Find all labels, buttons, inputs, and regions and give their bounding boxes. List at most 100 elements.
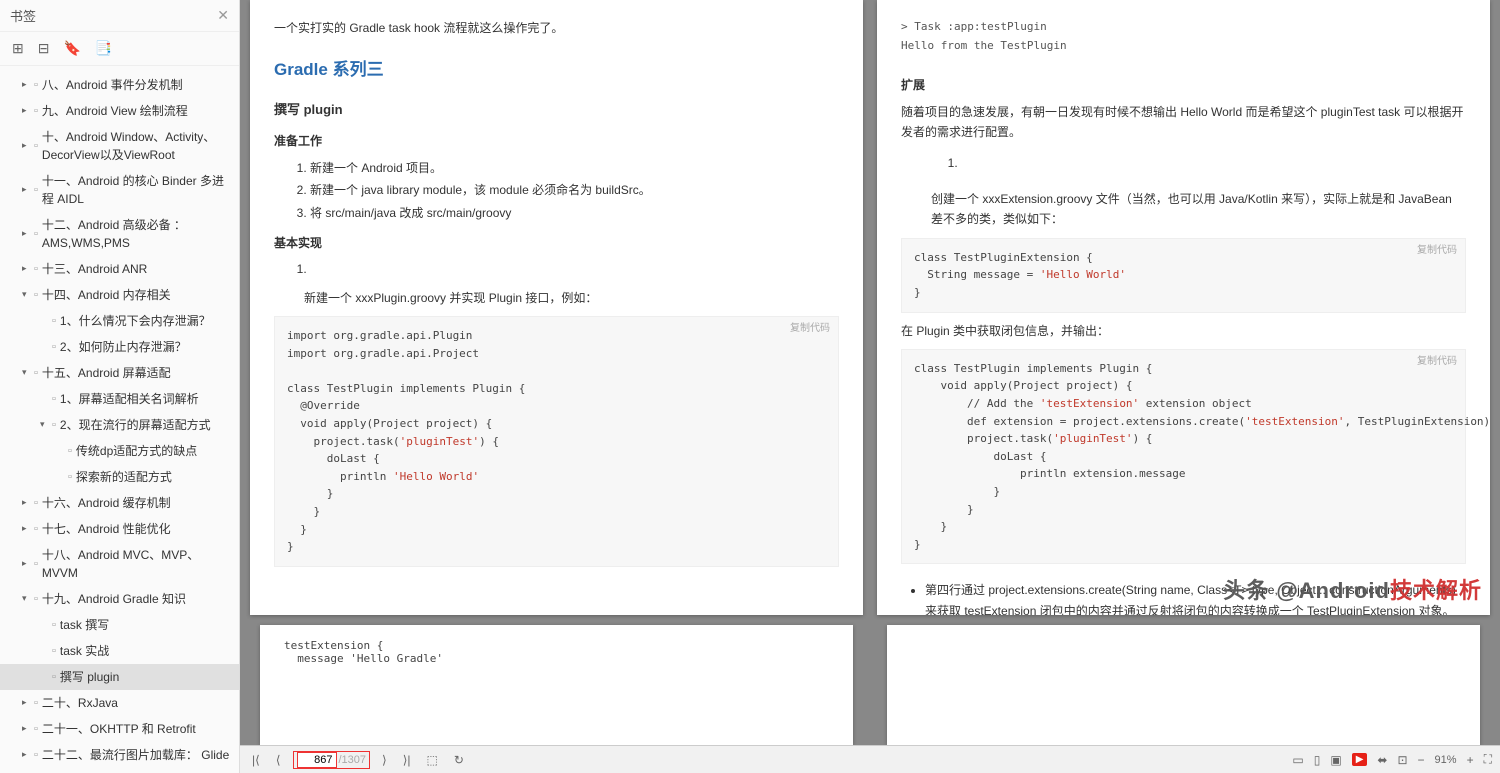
bookmark-label: task 撰写 bbox=[60, 616, 233, 634]
page-icon: ▫ bbox=[52, 339, 56, 356]
page-icon: ▫ bbox=[34, 261, 38, 278]
tree-arrow-icon: ▸ bbox=[22, 139, 32, 153]
refresh-icon[interactable]: ↻ bbox=[450, 753, 468, 767]
note-item: 第四行通过 project.extensions.create(String n… bbox=[925, 580, 1466, 615]
expand-all-icon[interactable]: ⊞ bbox=[12, 40, 24, 57]
collapse-all-icon[interactable]: ⊟ bbox=[38, 40, 50, 57]
fit-page-icon[interactable]: ⊡ bbox=[1397, 753, 1407, 767]
bookmark-label: 十四、Android 内存相关 bbox=[42, 286, 233, 304]
page-number-input[interactable] bbox=[297, 752, 337, 768]
bookmark-item[interactable]: ▸▫十七、Android 性能优化 bbox=[0, 516, 239, 542]
page-icon: ▫ bbox=[52, 643, 56, 660]
section-heading: Gradle 系列三 bbox=[274, 56, 839, 85]
subsection-heading: 撰写 plugin bbox=[274, 99, 839, 121]
last-page-icon[interactable]: ⟩| bbox=[399, 753, 415, 767]
next-page-icon[interactable]: ⟩ bbox=[378, 753, 391, 767]
bookmark-item[interactable]: ▫2、如何防止内存泄漏？ bbox=[0, 334, 239, 360]
bookmark-item[interactable]: ▸▫二十、RxJava bbox=[0, 690, 239, 716]
prev-page-icon[interactable]: ⟨ bbox=[272, 753, 285, 767]
tree-arrow-icon: ▸ bbox=[22, 557, 32, 571]
video-icon[interactable]: ▶ bbox=[1352, 753, 1368, 766]
bookmark-item[interactable]: ▸▫十一、Android 的核心 Binder 多进程 AIDL bbox=[0, 168, 239, 212]
next-page-left: testExtension { message 'Hello Gradle' bbox=[260, 625, 853, 745]
bookmark-icon[interactable]: 🔖 bbox=[63, 40, 80, 57]
bookmark-label: task 实战 bbox=[60, 642, 233, 660]
bookmark-label: 十九、Android Gradle 知识 bbox=[42, 590, 233, 608]
document-viewer: 一个实打实的 Gradle task hook 流程就这么操作完了。 Gradl… bbox=[240, 0, 1500, 773]
layout-scroll-icon[interactable]: ▯ bbox=[1314, 753, 1321, 767]
bookmark-label: 1、什么情况下会内存泄漏？ bbox=[60, 312, 233, 330]
bookmark-item[interactable]: ▾▫十五、Android 屏幕适配 bbox=[0, 360, 239, 386]
bookmark-label: 撰写 plugin bbox=[60, 668, 233, 686]
fullscreen-icon[interactable]: ⛶ bbox=[1484, 752, 1492, 767]
first-page-icon[interactable]: |⟨ bbox=[248, 753, 264, 767]
bookmark-item[interactable]: ▸▫十、Android Window、Activity、DecorView以及V… bbox=[0, 124, 239, 168]
bookmark-item[interactable]: ▫1、什么情况下会内存泄漏？ bbox=[0, 308, 239, 334]
bookmark-item[interactable]: ▸▫十八、Android MVC、MVP、MVVM bbox=[0, 542, 239, 586]
bookmark-item[interactable]: ▸▫十三、Android ANR bbox=[0, 256, 239, 282]
bookmark-tree: ▸▫八、Android 事件分发机制▸▫九、Android View 绘制流程▸… bbox=[0, 66, 239, 773]
bookmark-item[interactable]: ▫探索新的适配方式 bbox=[0, 464, 239, 490]
code-content: class TestPlugin implements Plugin { voi… bbox=[914, 362, 1490, 551]
copy-button[interactable]: 复制代码 bbox=[1417, 243, 1457, 259]
bookmark-item[interactable]: ▾▫十四、Android 内存相关 bbox=[0, 282, 239, 308]
export-icon[interactable]: ⬚ bbox=[423, 753, 442, 767]
bookmark-label: 2、如何防止内存泄漏？ bbox=[60, 338, 233, 356]
tree-arrow-icon: ▸ bbox=[22, 522, 32, 536]
close-icon[interactable]: ✕ bbox=[217, 7, 229, 24]
bookmark-item[interactable]: ▸▫十二、Android 高级必备 ：AMS,WMS,PMS bbox=[0, 212, 239, 256]
tree-arrow-icon: ▸ bbox=[22, 227, 32, 241]
bookmark-item[interactable]: ▸▫八、Android 事件分发机制 bbox=[0, 72, 239, 98]
bookmark-item[interactable]: ▾▫十九、Android Gradle 知识 bbox=[0, 586, 239, 612]
page-icon: ▫ bbox=[34, 556, 38, 573]
bookmark-item[interactable]: ▫传统dp适配方式的缺点 bbox=[0, 438, 239, 464]
page-icon: ▫ bbox=[34, 287, 38, 304]
bookmark-item[interactable]: ▾▫2、现在流行的屏幕适配方式 bbox=[0, 412, 239, 438]
layout-single-icon[interactable]: ▭ bbox=[1292, 753, 1303, 767]
ribbon-icon[interactable]: 📑 bbox=[95, 40, 112, 57]
bookmark-item[interactable]: ▸▫二十二、最流行图片加载库： Glide bbox=[0, 742, 239, 768]
page-icon: ▫ bbox=[34, 721, 38, 738]
copy-button[interactable]: 复制代码 bbox=[790, 321, 830, 337]
next-page-right bbox=[887, 625, 1480, 745]
zoom-level: 91% bbox=[1435, 754, 1457, 766]
page-icon: ▫ bbox=[34, 495, 38, 512]
ext-para1: 随着项目的急速发展，有朝一日发现有时候不想输出 Hello World 而是希望… bbox=[901, 102, 1466, 143]
bookmark-label: 探索新的适配方式 bbox=[76, 468, 233, 486]
bookmark-item[interactable]: ▸▫二十一、OKHTTP 和 Retrofit bbox=[0, 716, 239, 742]
bookmark-label: 十一、Android 的核心 Binder 多进程 AIDL bbox=[42, 172, 233, 208]
bookmark-label: 二十、RxJava bbox=[42, 694, 233, 712]
tree-arrow-icon: ▸ bbox=[22, 262, 32, 276]
tree-arrow-icon: ▾ bbox=[22, 366, 32, 380]
code-block-extension: 复制代码class TestPluginExtension { String m… bbox=[901, 238, 1466, 313]
bookmark-item[interactable]: ▫1、屏幕适配相关名词解析 bbox=[0, 386, 239, 412]
copy-button[interactable]: 复制代码 bbox=[1417, 354, 1457, 370]
fit-width-icon[interactable]: ⬌ bbox=[1377, 753, 1387, 767]
tree-arrow-icon: ▸ bbox=[22, 183, 32, 197]
bookmark-label: 十二、Android 高级必备 ：AMS,WMS,PMS bbox=[42, 216, 233, 252]
page-icon: ▫ bbox=[68, 469, 72, 486]
page-left: 一个实打实的 Gradle task hook 流程就这么操作完了。 Gradl… bbox=[250, 0, 863, 615]
ext-step-text: 创建一个 xxxExtension.groovy 文件（当然，也可以用 Java… bbox=[931, 189, 1466, 230]
tree-arrow-icon: ▾ bbox=[40, 418, 50, 432]
bookmark-item[interactable]: ▫task 实战 bbox=[0, 638, 239, 664]
zoom-out-icon[interactable]: − bbox=[1418, 753, 1425, 767]
page-total: /1307 bbox=[339, 754, 367, 766]
layout-book-icon[interactable]: ▣ bbox=[1330, 753, 1341, 767]
bookmark-label: 十六、Android 缓存机制 bbox=[42, 494, 233, 512]
bookmark-item[interactable]: ▫task 撰写 bbox=[0, 612, 239, 638]
bookmark-item[interactable]: ▸▫二十三、Android 组件化与插件化 bbox=[0, 768, 239, 773]
page-icon: ▫ bbox=[34, 747, 38, 764]
zoom-in-icon[interactable]: + bbox=[1467, 753, 1474, 767]
tree-arrow-icon: ▸ bbox=[22, 104, 32, 118]
prep-item: 将 src/main/java 改成 src/main/groovy bbox=[310, 203, 839, 223]
page-icon: ▫ bbox=[52, 391, 56, 408]
sidebar-title: 书签 bbox=[10, 6, 36, 25]
tree-arrow-icon: ▸ bbox=[22, 748, 32, 762]
bookmark-item[interactable]: ▫撰写 plugin bbox=[0, 664, 239, 690]
bookmark-label: 十七、Android 性能优化 bbox=[42, 520, 233, 538]
bookmark-label: 2、现在流行的屏幕适配方式 bbox=[60, 416, 233, 434]
tree-arrow-icon: ▸ bbox=[22, 722, 32, 736]
bookmark-item[interactable]: ▸▫十六、Android 缓存机制 bbox=[0, 490, 239, 516]
bookmark-item[interactable]: ▸▫九、Android View 绘制流程 bbox=[0, 98, 239, 124]
